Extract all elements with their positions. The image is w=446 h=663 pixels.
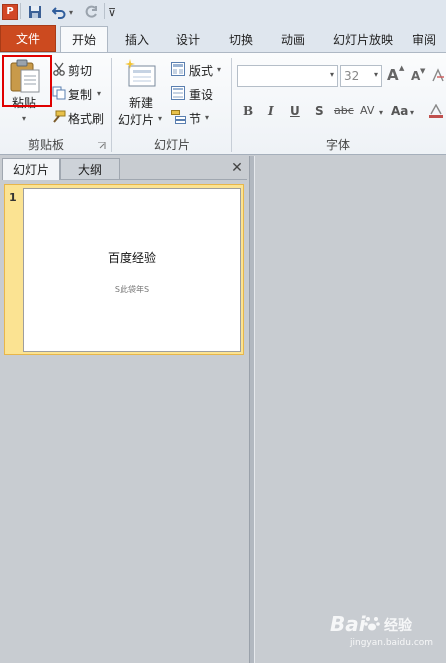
paste-highlight-box [2, 55, 52, 107]
reset-icon [171, 86, 185, 100]
change-case-button[interactable]: Aa [391, 104, 408, 118]
reset-button[interactable]: 重设 [189, 86, 213, 103]
layout-dropdown-icon[interactable]: ▾ [217, 65, 221, 74]
group-separator [231, 58, 232, 152]
bold-button[interactable]: B [243, 104, 253, 118]
shrink-font-button[interactable]: A [411, 69, 420, 83]
tab-design[interactable]: 设计 [166, 28, 210, 52]
slide-editing-area [255, 156, 446, 663]
tab-transitions[interactable]: 切换 [218, 28, 264, 52]
slides-group-label: 幻灯片 [153, 138, 190, 152]
undo-dropdown-icon[interactable]: ▾ [67, 3, 75, 21]
font-size-dropdown-icon[interactable]: ▾ [374, 70, 378, 79]
tab-slides[interactable]: 幻灯片 [2, 158, 60, 180]
copy-dropdown-icon[interactable]: ▾ [97, 89, 101, 98]
tab-animations[interactable]: 动画 [270, 28, 316, 52]
tab-home[interactable]: 开始 [60, 26, 108, 53]
watermark-brand-left: Bai [330, 612, 366, 636]
close-pane-icon[interactable]: ✕ [229, 159, 245, 177]
tab-review[interactable]: 审阅 [412, 28, 446, 52]
save-icon[interactable] [27, 3, 43, 21]
italic-button[interactable]: I [268, 104, 274, 118]
shrink-font-arrow-icon: ▼ [420, 67, 426, 75]
tab-insert[interactable]: 插入 [116, 28, 158, 52]
tab-outline[interactable]: 大纲 [60, 158, 120, 180]
section-dropdown-icon[interactable]: ▾ [205, 113, 209, 122]
powerpoint-app-icon[interactable]: P [2, 3, 18, 21]
qat-separator [104, 3, 105, 19]
app-icon-letter: P [2, 4, 18, 20]
watermark-url: jingyan.baidu.com [350, 638, 434, 648]
underline-button[interactable]: U [290, 104, 300, 118]
dialog-launcher-icon[interactable] [98, 139, 106, 149]
clipboard-group-label: 剪贴板 [27, 138, 64, 152]
copy-button[interactable]: 复制 [68, 86, 92, 103]
layout-button[interactable]: 版式 [189, 62, 213, 79]
shadow-button[interactable]: S [315, 104, 324, 118]
paste-dropdown-icon[interactable]: ▾ [22, 114, 26, 123]
cut-button[interactable]: 剪切 [68, 62, 92, 79]
tab-file[interactable]: 文件 [0, 25, 56, 52]
undo-icon[interactable] [51, 3, 67, 21]
slide-subtitle: S此袋年S [114, 285, 150, 294]
new-slide-label-line2[interactable]: 幻灯片 [118, 111, 154, 128]
group-separator [111, 58, 112, 152]
font-name-combobox[interactable]: ▾ [237, 65, 338, 87]
character-spacing-button[interactable]: AV [360, 104, 374, 117]
clear-formatting-icon[interactable] [431, 68, 445, 82]
strikethrough-button[interactable]: abc [334, 104, 354, 117]
format-painter-icon [50, 110, 66, 124]
layout-icon [171, 62, 185, 76]
slide-number: 1 [9, 191, 17, 204]
font-group-label: 字体 [325, 138, 350, 152]
slide-thumbnail[interactable]: 百度经验 S此袋年S [23, 188, 241, 352]
new-slide-icon[interactable] [124, 58, 158, 90]
character-spacing-dropdown-icon[interactable]: ▾ [379, 108, 383, 117]
tab-slideshow[interactable]: 幻灯片放映 [324, 28, 402, 52]
slide-title: 百度经验 [107, 251, 156, 265]
grow-font-button[interactable]: A [387, 66, 399, 84]
new-slide-label-line1[interactable]: 新建 [129, 94, 153, 111]
change-case-dropdown-icon[interactable]: ▾ [410, 108, 414, 117]
font-size-value: 32 [344, 69, 360, 83]
pane-tab-baseline [120, 179, 247, 180]
new-slide-dropdown-icon[interactable]: ▾ [158, 114, 162, 123]
grow-font-arrow-icon: ▲ [399, 64, 405, 72]
baidu-watermark: Bai 经验 [330, 612, 440, 638]
section-icon [171, 110, 187, 124]
font-size-combobox[interactable]: 32 ▾ [340, 65, 382, 87]
watermark-brand-right: 经验 [384, 618, 412, 634]
section-button[interactable]: 节 [189, 110, 201, 127]
customize-qat-icon[interactable]: ⊽ [107, 3, 117, 21]
redo-icon[interactable] [83, 3, 99, 21]
copy-icon [52, 86, 66, 100]
quick-access-toolbar: P ▾ ⊽ [0, 0, 446, 25]
qat-separator [20, 3, 21, 19]
format-painter-button[interactable]: 格式刷 [68, 110, 104, 127]
font-color-icon[interactable] [428, 103, 444, 118]
scissors-icon [52, 62, 66, 76]
paw-icon [363, 614, 381, 632]
font-name-dropdown-icon[interactable]: ▾ [330, 70, 334, 79]
